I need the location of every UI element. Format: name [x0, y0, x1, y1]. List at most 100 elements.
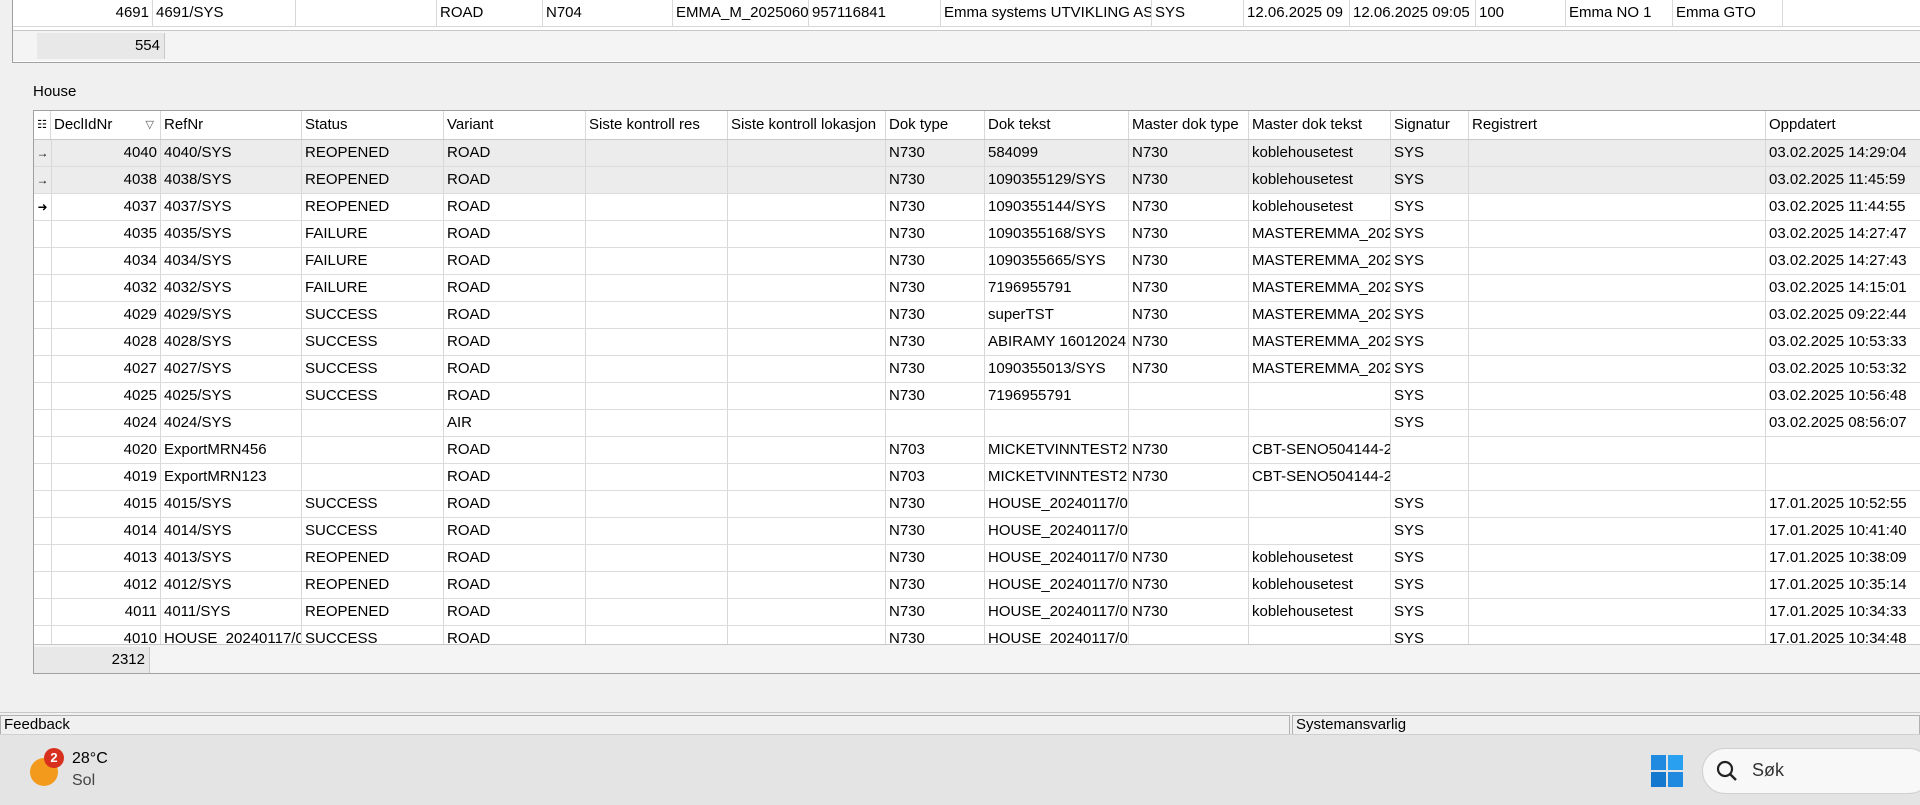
table-row[interactable]: 4019 ExportMRN123 ROAD N703 MICKETVINNTEST25… — [34, 464, 1920, 491]
cell-siste-kontroll-lokasjon — [728, 464, 886, 490]
table-row[interactable]: 4029 4029/SYS SUCCESS ROAD N730 superTST N730 M… — [34, 302, 1920, 329]
cell-dok-tekst: MICKETVINNTEST25 — [985, 437, 1129, 463]
cell-master-dok-type: N730 — [1129, 167, 1249, 193]
cell-master-dok-tekst: MASTEREMMA_2025 — [1249, 275, 1391, 301]
col-header-dok-type[interactable]: Dok type — [886, 111, 985, 139]
cell-registrert — [1469, 383, 1766, 409]
cell-master-dok-tekst: koblehousetest — [1249, 599, 1391, 625]
col-header-variant[interactable]: Variant — [444, 111, 586, 139]
cell-master-dok-tekst: MASTEREMMA_2025 — [1249, 302, 1391, 328]
cell-siste-kontroll-res — [586, 140, 728, 166]
cell-declidnr: 4011 — [51, 599, 161, 625]
cell-status: SUCCESS — [302, 491, 444, 517]
col-header-refnr[interactable]: RefNr — [161, 111, 302, 139]
table-row[interactable]: → 4038 4038/SYS REOPENED ROAD N730 1090355129/… — [34, 167, 1920, 194]
status-feedback[interactable]: Feedback — [0, 715, 1290, 735]
cell-master-dok-type — [1129, 410, 1249, 436]
cell-declidnr: 4038 — [51, 167, 161, 193]
cell-status: SUCCESS — [302, 302, 444, 328]
cell-dok-tekst: 7196955791 — [985, 275, 1129, 301]
col-header-oppdatert[interactable]: Oppdatert — [1766, 111, 1920, 139]
cell-variant: ROAD — [444, 545, 586, 571]
table-row[interactable]: 4691 4691/SYS ROAD N704 EMMA_M_2025060 9… — [13, 0, 1920, 27]
table-row[interactable]: 4015 4015/SYS SUCCESS ROAD N730 HOUSE_2024011… — [34, 491, 1920, 518]
row-indicator-icon — [34, 410, 52, 436]
cell-dok-type: N730 — [886, 491, 985, 517]
weather-description[interactable]: Sol — [72, 772, 95, 790]
cell-oppdatert: 03.02.2025 14:27:47 — [1766, 221, 1920, 247]
col-header-siste-kontroll-lokasjon[interactable]: Siste kontroll lokasjon — [728, 111, 886, 139]
cell-siste-kontroll-res — [586, 626, 728, 645]
col-header-signatur[interactable]: Signatur — [1391, 111, 1469, 139]
table-row[interactable]: 4025 4025/SYS SUCCESS ROAD N730 7196955791 SYS… — [34, 383, 1920, 410]
cell-signatur — [1391, 464, 1469, 490]
cell-oppdatert: 03.02.2025 14:15:01 — [1766, 275, 1920, 301]
weather-temperature[interactable]: 28°C — [72, 750, 108, 768]
table-row[interactable]: 4010 HOUSE_20240117/0 SUCCESS ROAD N730 HOUSE… — [34, 626, 1920, 645]
cell-dok-type: N730 — [886, 275, 985, 301]
table-row[interactable]: 4035 4035/SYS FAILURE ROAD N730 1090355168/SY… — [34, 221, 1920, 248]
windows-start-icon[interactable] — [1650, 754, 1684, 788]
table-row[interactable]: ➜ 4037 4037/SYS REOPENED ROAD N730 1090355144/… — [34, 194, 1920, 221]
cell-variant: ROAD — [437, 0, 543, 26]
table-row[interactable]: 4024 4024/SYS AIR SYS 03.02.2025 08:56:07 — [34, 410, 1920, 437]
col-header-declidnr[interactable]: DeclIdNr ▽ — [51, 111, 161, 139]
table-row[interactable]: 4013 4013/SYS REOPENED ROAD N730 HOUSE_202401… — [34, 545, 1920, 572]
cell-number: 957116841 — [809, 0, 941, 26]
col-header-registrert[interactable]: Registrert — [1469, 111, 1766, 139]
cell-status: SUCCESS — [302, 329, 444, 355]
cell-master-dok-tekst: koblehousetest — [1249, 140, 1391, 166]
cell-refnr: 4025/SYS — [161, 383, 302, 409]
grid-footer: 2312 — [34, 644, 1920, 673]
col-header-status[interactable]: Status — [302, 111, 444, 139]
cell-ref: 4691/SYS — [153, 0, 296, 26]
cell-oppdatert: 17.01.2025 10:34:33 — [1766, 599, 1920, 625]
col-header-siste-kontroll-res[interactable]: Siste kontroll res — [586, 111, 728, 139]
cell-value: 100 — [1476, 0, 1566, 26]
cell-siste-kontroll-res — [586, 464, 728, 490]
table-row[interactable]: 4027 4027/SYS SUCCESS ROAD N730 1090355013/SY… — [34, 356, 1920, 383]
cell-variant: ROAD — [444, 599, 586, 625]
cell-variant: ROAD — [444, 275, 586, 301]
cell-refnr: HOUSE_20240117/0 — [161, 626, 302, 645]
cell-registrert — [1469, 437, 1766, 463]
cell-siste-kontroll-lokasjon — [728, 221, 886, 247]
cell-siste-kontroll-lokasjon — [728, 329, 886, 355]
cell-siste-kontroll-res — [586, 302, 728, 328]
column-chooser-icon[interactable]: ☷ — [34, 111, 51, 139]
search-icon — [1716, 760, 1737, 781]
table-row[interactable]: 4034 4034/SYS FAILURE ROAD N730 1090355665/SY… — [34, 248, 1920, 275]
cell-oppdatert: 17.01.2025 10:34:48 — [1766, 626, 1920, 645]
house-grid: ☷ DeclIdNr ▽ RefNr Status Variant Siste k… — [33, 110, 1920, 674]
table-row[interactable]: 4012 4012/SYS REOPENED ROAD N730 HOUSE_202401… — [34, 572, 1920, 599]
row-indicator-icon — [34, 383, 52, 409]
cell-siste-kontroll-res — [586, 194, 728, 220]
cell-dok-type: N730 — [886, 383, 985, 409]
status-system-responsible[interactable]: Systemansvarlig — [1292, 715, 1920, 735]
cell-signatur: SYS — [1391, 410, 1469, 436]
row-indicator-icon: ➜ — [34, 194, 52, 220]
cell-registrert — [1469, 356, 1766, 382]
table-row[interactable]: 4014 4014/SYS SUCCESS ROAD N730 HOUSE_2024011… — [34, 518, 1920, 545]
cell-registrert — [1469, 464, 1766, 490]
table-row[interactable]: 4020 ExportMRN456 ROAD N703 MICKETVINNTEST25… — [34, 437, 1920, 464]
cell-dok-type: N730 — [886, 572, 985, 598]
table-row[interactable]: → 4040 4040/SYS REOPENED ROAD N730 584099 N730 k… — [34, 140, 1920, 167]
table-row[interactable]: 4011 4011/SYS REOPENED ROAD N730 HOUSE_202401… — [34, 599, 1920, 626]
cell-refnr: 4011/SYS — [161, 599, 302, 625]
cell-registrert — [1469, 167, 1766, 193]
grid-footer: 554 — [13, 30, 1920, 61]
col-header-master-dok-tekst[interactable]: Master dok tekst — [1249, 111, 1391, 139]
cell-status — [302, 437, 444, 463]
cell-dok-type — [886, 410, 985, 436]
table-row[interactable]: 4032 4032/SYS FAILURE ROAD N730 7196955791 N73… — [34, 275, 1920, 302]
table-row[interactable]: 4028 4028/SYS SUCCESS ROAD N730 ABIRAMY 16012… — [34, 329, 1920, 356]
cell-siste-kontroll-lokasjon — [728, 383, 886, 409]
col-header-master-dok-type[interactable]: Master dok type — [1129, 111, 1249, 139]
cell-variant: ROAD — [444, 518, 586, 544]
cell-registrert — [1469, 518, 1766, 544]
cell-signatur: SYS — [1391, 275, 1469, 301]
col-header-dok-tekst[interactable]: Dok tekst — [985, 111, 1129, 139]
cell-variant: ROAD — [444, 194, 586, 220]
cell-signatur: SYS — [1391, 329, 1469, 355]
